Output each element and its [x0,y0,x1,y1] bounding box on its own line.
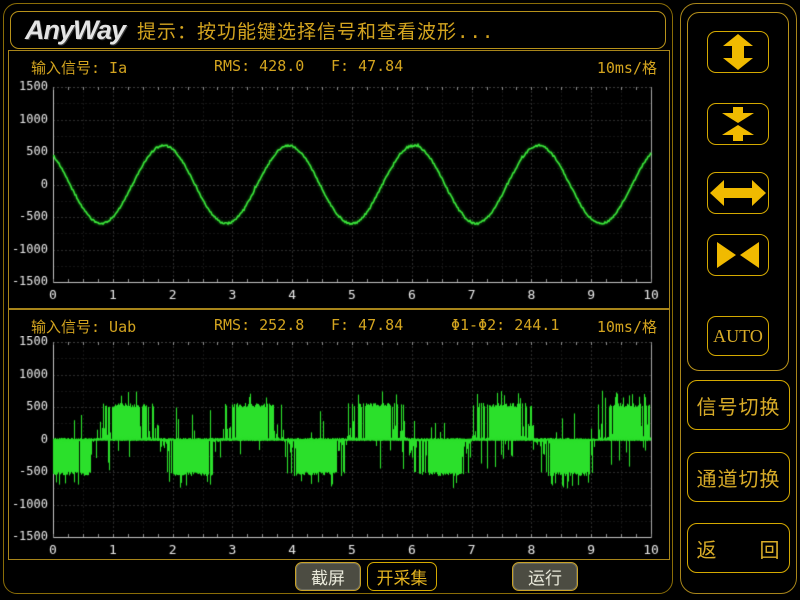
run-button-label: 运行 [528,564,562,589]
expand-horizontal-icon [708,173,768,213]
rms-value: RMS: 428.0 [214,57,304,75]
waveform-canvas-uab [9,336,669,560]
signal-switch-button[interactable]: 信号切换 [687,380,790,430]
compress-vertical-button[interactable] [707,103,769,145]
screenshot-button-label: 截屏 [311,564,345,589]
timebase-label: 10ms/格 [597,316,657,337]
panel-header-ia: 输入信号: Ia RMS: 428.0 F: 47.84 10ms/格 [9,54,669,78]
channel-switch-button[interactable]: 通道切换 [687,452,790,502]
channel-switch-button-label: 通道切换 [697,463,781,492]
function-key-sidebar: AUTO 信号切换 通道切换 返 回 [680,3,797,594]
start-capture-button-label: 开采集 [377,564,428,589]
compress-vertical-icon [708,104,768,144]
frequency-value: F: 47.84 [331,316,403,334]
expand-vertical-button[interactable] [707,31,769,73]
anyway-logo: AnyWay [25,15,125,46]
timebase-label: 10ms/格 [597,57,657,78]
rms-value: RMS: 252.8 [214,316,304,334]
expand-vertical-icon [708,32,768,72]
panel-header-uab: 输入信号: Uab RMS: 252.8 F: 47.84 Φ1-Φ2: 244… [9,313,669,337]
title-bar: AnyWay 提示：按功能键选择信号和查看波形... [10,11,666,49]
signal-name-label: 输入信号: Ia [31,57,127,78]
compress-horizontal-button[interactable] [707,234,769,276]
start-capture-button[interactable]: 开采集 [367,562,437,591]
auto-button-label: AUTO [713,326,763,347]
back-button[interactable]: 返 回 [687,523,790,573]
run-button[interactable]: 运行 [512,562,578,591]
signal-name-label: 输入信号: Uab [31,316,136,337]
phase-diff-value: Φ1-Φ2: 244.1 [451,316,559,334]
frequency-value: F: 47.84 [331,57,403,75]
waveform-canvas-ia [9,79,669,305]
zoom-key-group: AUTO [687,12,789,371]
compress-horizontal-icon [708,235,768,275]
back-button-label: 返 回 [697,534,781,563]
waveform-panel-uab: 输入信号: Uab RMS: 252.8 F: 47.84 Φ1-Φ2: 244… [8,309,670,560]
instrument-screen: AnyWay 提示：按功能键选择信号和查看波形... 输入信号: Ia RMS:… [0,0,800,600]
auto-button[interactable]: AUTO [707,316,769,356]
signal-switch-button-label: 信号切换 [697,391,781,420]
expand-horizontal-button[interactable] [707,172,769,214]
hint-text: 提示：按功能键选择信号和查看波形... [137,17,494,44]
screenshot-button[interactable]: 截屏 [295,562,361,591]
waveform-panel-ia: 输入信号: Ia RMS: 428.0 F: 47.84 10ms/格 [8,50,670,309]
